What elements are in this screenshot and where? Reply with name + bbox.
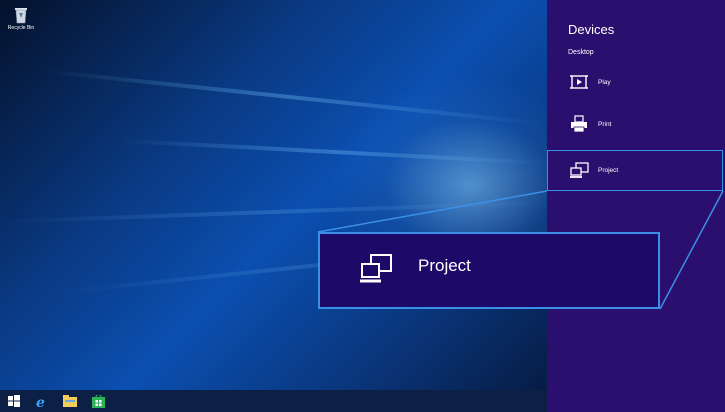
file-explorer-icon[interactable] (63, 394, 77, 408)
wallpaper-ray (41, 68, 539, 126)
windows-start-icon[interactable] (7, 394, 21, 408)
device-option-project[interactable]: Project (547, 150, 723, 191)
play-label: Play (598, 78, 611, 86)
callout-project-label: Project (418, 255, 471, 275)
recycle-bin-label: Recycle Bin (7, 25, 35, 31)
project-icon (568, 161, 590, 179)
recycle-bin-shortcut[interactable]: Recycle Bin (3, 6, 39, 31)
project-callout-zoom[interactable]: Project (318, 232, 660, 309)
taskbar: e (0, 390, 547, 412)
device-option-play[interactable]: Play (568, 74, 611, 90)
wallpaper-ray (0, 200, 547, 224)
project-icon (360, 253, 392, 282)
devices-charm-panel: Devices Desktop Play Print Project (547, 0, 725, 412)
recycle-bin-icon (15, 8, 27, 24)
printer-icon (568, 115, 590, 133)
panel-title: Devices (568, 22, 615, 37)
svg-text:e: e (36, 395, 45, 408)
print-label: Print (598, 120, 612, 128)
project-label: Project (598, 167, 619, 174)
internet-explorer-icon[interactable]: e (35, 394, 49, 408)
play-icon (568, 74, 590, 90)
desktop: Recycle Bin (0, 0, 547, 390)
panel-subtitle: Desktop (568, 49, 594, 56)
store-icon[interactable] (91, 394, 105, 408)
device-option-print[interactable]: Print (568, 115, 612, 133)
wallpaper-ray (120, 138, 547, 166)
